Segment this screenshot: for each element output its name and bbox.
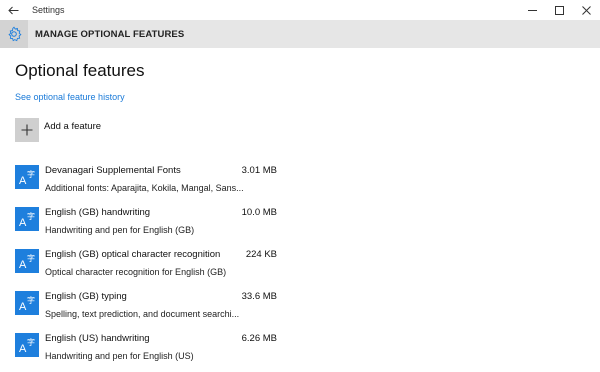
- font-feature-icon: A 字: [15, 291, 39, 315]
- close-button[interactable]: [573, 0, 600, 20]
- add-feature-button[interactable]: Add a feature: [15, 118, 101, 142]
- feature-size: 33.6 MB: [241, 291, 277, 302]
- feature-item[interactable]: A 字 Devanagari Supplemental Fonts 3.01 M…: [15, 165, 277, 199]
- font-feature-icon: A 字: [15, 249, 39, 273]
- svg-text:字: 字: [27, 337, 35, 347]
- window-title: Settings: [32, 5, 65, 15]
- back-button[interactable]: [0, 0, 26, 20]
- font-feature-icon: A 字: [15, 207, 39, 231]
- page-title: Optional features: [15, 61, 145, 80]
- maximize-icon: [555, 5, 564, 15]
- settings-home-button[interactable]: [0, 20, 28, 48]
- back-arrow-icon: [7, 6, 18, 14]
- feature-name: English (GB) handwriting: [45, 207, 151, 218]
- feature-name: English (GB) typing: [45, 291, 127, 302]
- feature-description: Handwriting and pen for English (GB): [45, 225, 195, 235]
- page-header: MANAGE OPTIONAL FEATURES: [0, 20, 600, 48]
- feature-size: 6.26 MB: [241, 333, 277, 344]
- feature-size: 224 KB: [245, 249, 277, 260]
- svg-text:A: A: [19, 343, 27, 355]
- svg-text:A: A: [19, 217, 27, 229]
- minimize-icon: [528, 9, 537, 11]
- feature-item[interactable]: A 字 English (US) handwriting 6.26 MB Han…: [15, 333, 277, 367]
- svg-text:字: 字: [27, 253, 35, 263]
- svg-text:A: A: [19, 175, 27, 187]
- svg-text:字: 字: [27, 169, 35, 179]
- title-bar: Settings: [0, 0, 600, 20]
- feature-description: Handwriting and pen for English (US): [45, 351, 194, 361]
- font-feature-icon: A 字: [15, 165, 39, 189]
- svg-text:A: A: [19, 259, 27, 271]
- add-icon: [15, 118, 39, 142]
- feature-item[interactable]: A 字 English (GB) handwriting 10.0 MB Han…: [15, 207, 277, 241]
- feature-item[interactable]: A 字 English (GB) typing 33.6 MB Spelling…: [15, 291, 277, 325]
- window-controls: [519, 0, 600, 20]
- feature-name: Devanagari Supplemental Fonts: [45, 165, 181, 176]
- feature-name: English (GB) optical character recogniti…: [45, 249, 221, 260]
- optional-feature-history-link[interactable]: See optional feature history: [15, 92, 125, 102]
- gear-icon: [8, 26, 22, 42]
- feature-name: English (US) handwriting: [45, 333, 150, 344]
- minimize-button[interactable]: [519, 0, 546, 20]
- font-feature-icon: A 字: [15, 333, 39, 357]
- feature-description: Spelling, text prediction, and document …: [45, 309, 240, 319]
- feature-size: 10.0 MB: [241, 207, 277, 218]
- svg-text:A: A: [19, 301, 27, 313]
- header-title: MANAGE OPTIONAL FEATURES: [35, 28, 185, 40]
- maximize-button[interactable]: [546, 0, 573, 20]
- feature-size: 3.01 MB: [241, 165, 277, 176]
- close-icon: [582, 5, 591, 15]
- add-feature-label: Add a feature: [44, 121, 102, 132]
- feature-description: Additional fonts: Aparajita, Kokila, Man…: [45, 183, 244, 193]
- feature-item[interactable]: A 字 English (GB) optical character recog…: [15, 249, 277, 283]
- svg-text:字: 字: [27, 295, 35, 305]
- svg-text:字: 字: [27, 211, 35, 221]
- feature-description: Optical character recognition for Englis…: [45, 267, 227, 277]
